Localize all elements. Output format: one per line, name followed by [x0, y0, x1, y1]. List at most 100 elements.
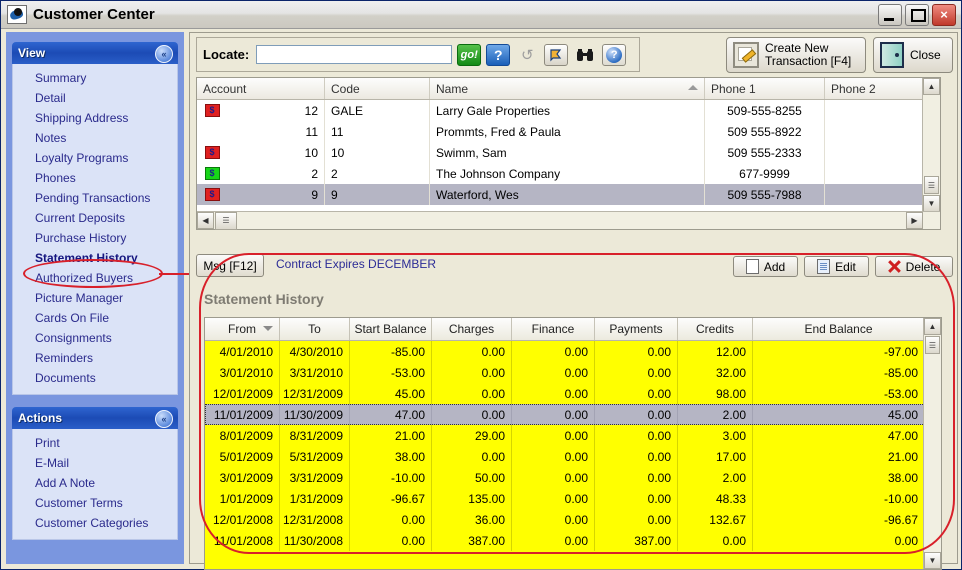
- statement-row[interactable]: 4/01/2010 4/30/2010 -85.00 0.00 0.00 0.0…: [205, 341, 941, 362]
- cell-finance: 0.00: [512, 404, 595, 425]
- table-row[interactable]: $ 12 GALE Larry Gale Properties 509-555-…: [197, 100, 940, 121]
- statement-row[interactable]: 3/01/2009 3/31/2009 -10.00 50.00 0.00 0.…: [205, 467, 941, 488]
- sidebar-item-picture-manager[interactable]: Picture Manager: [13, 288, 177, 308]
- column-header-name[interactable]: Name: [430, 78, 705, 99]
- view-panel-header[interactable]: View «: [12, 42, 178, 64]
- binoculars-icon[interactable]: [573, 43, 598, 66]
- column-header-name-label: Name: [436, 81, 469, 96]
- column-header-code[interactable]: Code: [325, 78, 430, 99]
- statement-row[interactable]: 12/01/2009 12/31/2009 45.00 0.00 0.00 0.…: [205, 383, 941, 404]
- customer-grid-header: Account Code Name Phone 1 Phone 2: [197, 78, 940, 100]
- statement-row[interactable]: 3/01/2010 3/31/2010 -53.00 0.00 0.00 0.0…: [205, 362, 941, 383]
- cell-name: The Johnson Company: [430, 163, 705, 184]
- go-button[interactable]: go!: [457, 43, 482, 66]
- column-header-from[interactable]: From: [205, 318, 280, 340]
- statement-row-selected[interactable]: 11/01/2009 11/30/2009 47.00 0.00 0.00 0.…: [205, 404, 941, 425]
- customer-grid[interactable]: Account Code Name Phone 1 Phone 2 $ 12 G…: [196, 77, 941, 230]
- flag-icon[interactable]: [544, 43, 569, 66]
- chevron-up-icon[interactable]: «: [155, 410, 173, 428]
- table-row[interactable]: 11 11 Prommts, Fred & Paula 509 555-8922: [197, 121, 940, 142]
- column-header-finance[interactable]: Finance: [512, 318, 595, 340]
- sidebar-item-loyalty-programs[interactable]: Loyalty Programs: [13, 148, 177, 168]
- customer-grid-horizontal-scrollbar[interactable]: ◀ ☰ ▶: [197, 211, 940, 230]
- cell-phone1: 509 555-7988: [705, 184, 825, 205]
- refresh-icon[interactable]: ↺: [515, 43, 540, 66]
- sidebar-item-email[interactable]: E-Mail: [13, 453, 177, 473]
- minimize-button[interactable]: [878, 3, 902, 26]
- msg-button[interactable]: Msg [F12]: [196, 254, 264, 277]
- actions-panel-header[interactable]: Actions «: [12, 407, 178, 429]
- scroll-left-icon[interactable]: ◀: [197, 212, 214, 229]
- sidebar-item-documents[interactable]: Documents: [13, 368, 177, 388]
- table-row[interactable]: $ 10 10 Swimm, Sam 509 555-2333: [197, 142, 940, 163]
- row-flag: $: [197, 184, 227, 205]
- statement-row[interactable]: 12/01/2008 12/31/2008 0.00 36.00 0.00 0.…: [205, 509, 941, 530]
- sidebar-item-authorized-buyers[interactable]: Authorized Buyers: [13, 268, 177, 288]
- column-header-phone2[interactable]: Phone 2: [825, 78, 925, 99]
- cell-end-balance: 47.00: [887, 428, 918, 443]
- maximize-button[interactable]: [905, 3, 929, 26]
- create-new-transaction-button[interactable]: Create New Transaction [F4]: [726, 37, 866, 73]
- cell-end-balance: 38.00: [887, 470, 918, 485]
- sidebar-item-phones[interactable]: Phones: [13, 168, 177, 188]
- sidebar-item-customer-terms[interactable]: Customer Terms: [13, 493, 177, 513]
- statement-row[interactable]: 8/01/2009 8/31/2009 21.00 29.00 0.00 0.0…: [205, 425, 941, 446]
- sidebar-item-summary[interactable]: Summary: [13, 68, 177, 88]
- locate-input[interactable]: [256, 45, 453, 64]
- column-header-end-balance[interactable]: End Balance: [753, 318, 924, 340]
- chevron-up-icon[interactable]: «: [155, 45, 173, 63]
- cell-payments: 0.00: [595, 467, 678, 488]
- sidebar-item-pending-transactions[interactable]: Pending Transactions: [13, 188, 177, 208]
- sidebar-item-print[interactable]: Print: [13, 433, 177, 453]
- cell-account: 2: [227, 163, 325, 184]
- customer-grid-vertical-scrollbar[interactable]: ▲ ☰ ▼: [922, 78, 940, 229]
- sidebar-item-customer-categories[interactable]: Customer Categories: [13, 513, 177, 533]
- statement-row[interactable]: 5/01/2009 5/31/2009 38.00 0.00 0.00 0.00…: [205, 446, 941, 467]
- table-row-selected[interactable]: $ 9 9 Waterford, Wes 509 555-7988: [197, 184, 940, 205]
- column-header-credits[interactable]: Credits: [678, 318, 753, 340]
- sidebar-item-add-a-note[interactable]: Add A Note: [13, 473, 177, 493]
- column-header-account[interactable]: Account: [197, 78, 325, 99]
- scroll-down-icon[interactable]: ▼: [923, 195, 940, 212]
- about-help-button[interactable]: ?: [602, 43, 627, 66]
- statement-row[interactable]: 1/01/2009 1/31/2009 -96.67 135.00 0.00 0…: [205, 488, 941, 509]
- column-header-phone1[interactable]: Phone 1: [705, 78, 825, 99]
- scroll-up-icon[interactable]: ▲: [924, 318, 941, 335]
- scroll-down-icon[interactable]: ▼: [924, 552, 941, 569]
- sidebar-item-purchase-history[interactable]: Purchase History: [13, 228, 177, 248]
- sidebar-item-cards-on-file[interactable]: Cards On File: [13, 308, 177, 328]
- column-header-payments[interactable]: Payments: [595, 318, 678, 340]
- statement-history-grid[interactable]: From To Start Balance Charges Finance Pa…: [204, 317, 942, 570]
- delete-button[interactable]: Delete: [875, 256, 953, 277]
- close-button[interactable]: Close: [873, 37, 953, 73]
- column-header-to[interactable]: To: [280, 318, 350, 340]
- scroll-right-icon[interactable]: ▶: [906, 212, 923, 229]
- cell-to: 5/31/2009: [280, 446, 350, 467]
- statement-grid-vertical-scrollbar[interactable]: ▲ ☰ ▼: [923, 318, 941, 569]
- close-window-button[interactable]: ×: [932, 3, 956, 26]
- add-button[interactable]: Add: [733, 256, 798, 277]
- dollar-flag-icon: $: [204, 146, 220, 159]
- statement-row[interactable]: 11/01/2008 11/30/2008 0.00 387.00 0.00 3…: [205, 530, 941, 551]
- help-button[interactable]: ?: [486, 43, 511, 66]
- sidebar-item-statement-history[interactable]: Statement History: [13, 248, 177, 268]
- sidebar-item-shipping-address[interactable]: Shipping Address: [13, 108, 177, 128]
- sidebar-item-detail[interactable]: Detail: [13, 88, 177, 108]
- cell-account: 9: [227, 184, 325, 205]
- edit-button[interactable]: Edit: [804, 256, 869, 277]
- sidebar-item-reminders[interactable]: Reminders: [13, 348, 177, 368]
- cell-end-balance: -96.67: [883, 512, 918, 527]
- table-row[interactable]: $ 2 2 The Johnson Company 677-9999: [197, 163, 940, 184]
- sidebar-item-current-deposits[interactable]: Current Deposits: [13, 208, 177, 228]
- cell-payments: 0.00: [595, 509, 678, 530]
- column-header-charges[interactable]: Charges: [432, 318, 512, 340]
- sidebar-item-consignments[interactable]: Consignments: [13, 328, 177, 348]
- sidebar-item-notes[interactable]: Notes: [13, 128, 177, 148]
- scroll-up-icon[interactable]: ▲: [923, 78, 940, 95]
- scrollbar-thumb[interactable]: ☰: [925, 336, 940, 354]
- cell-code: 2: [325, 163, 430, 184]
- scrollbar-thumb[interactable]: ☰: [924, 176, 939, 194]
- scrollbar-thumb[interactable]: ☰: [215, 211, 237, 230]
- cell-start-balance: -53.00: [350, 362, 432, 383]
- column-header-start-balance[interactable]: Start Balance: [350, 318, 432, 340]
